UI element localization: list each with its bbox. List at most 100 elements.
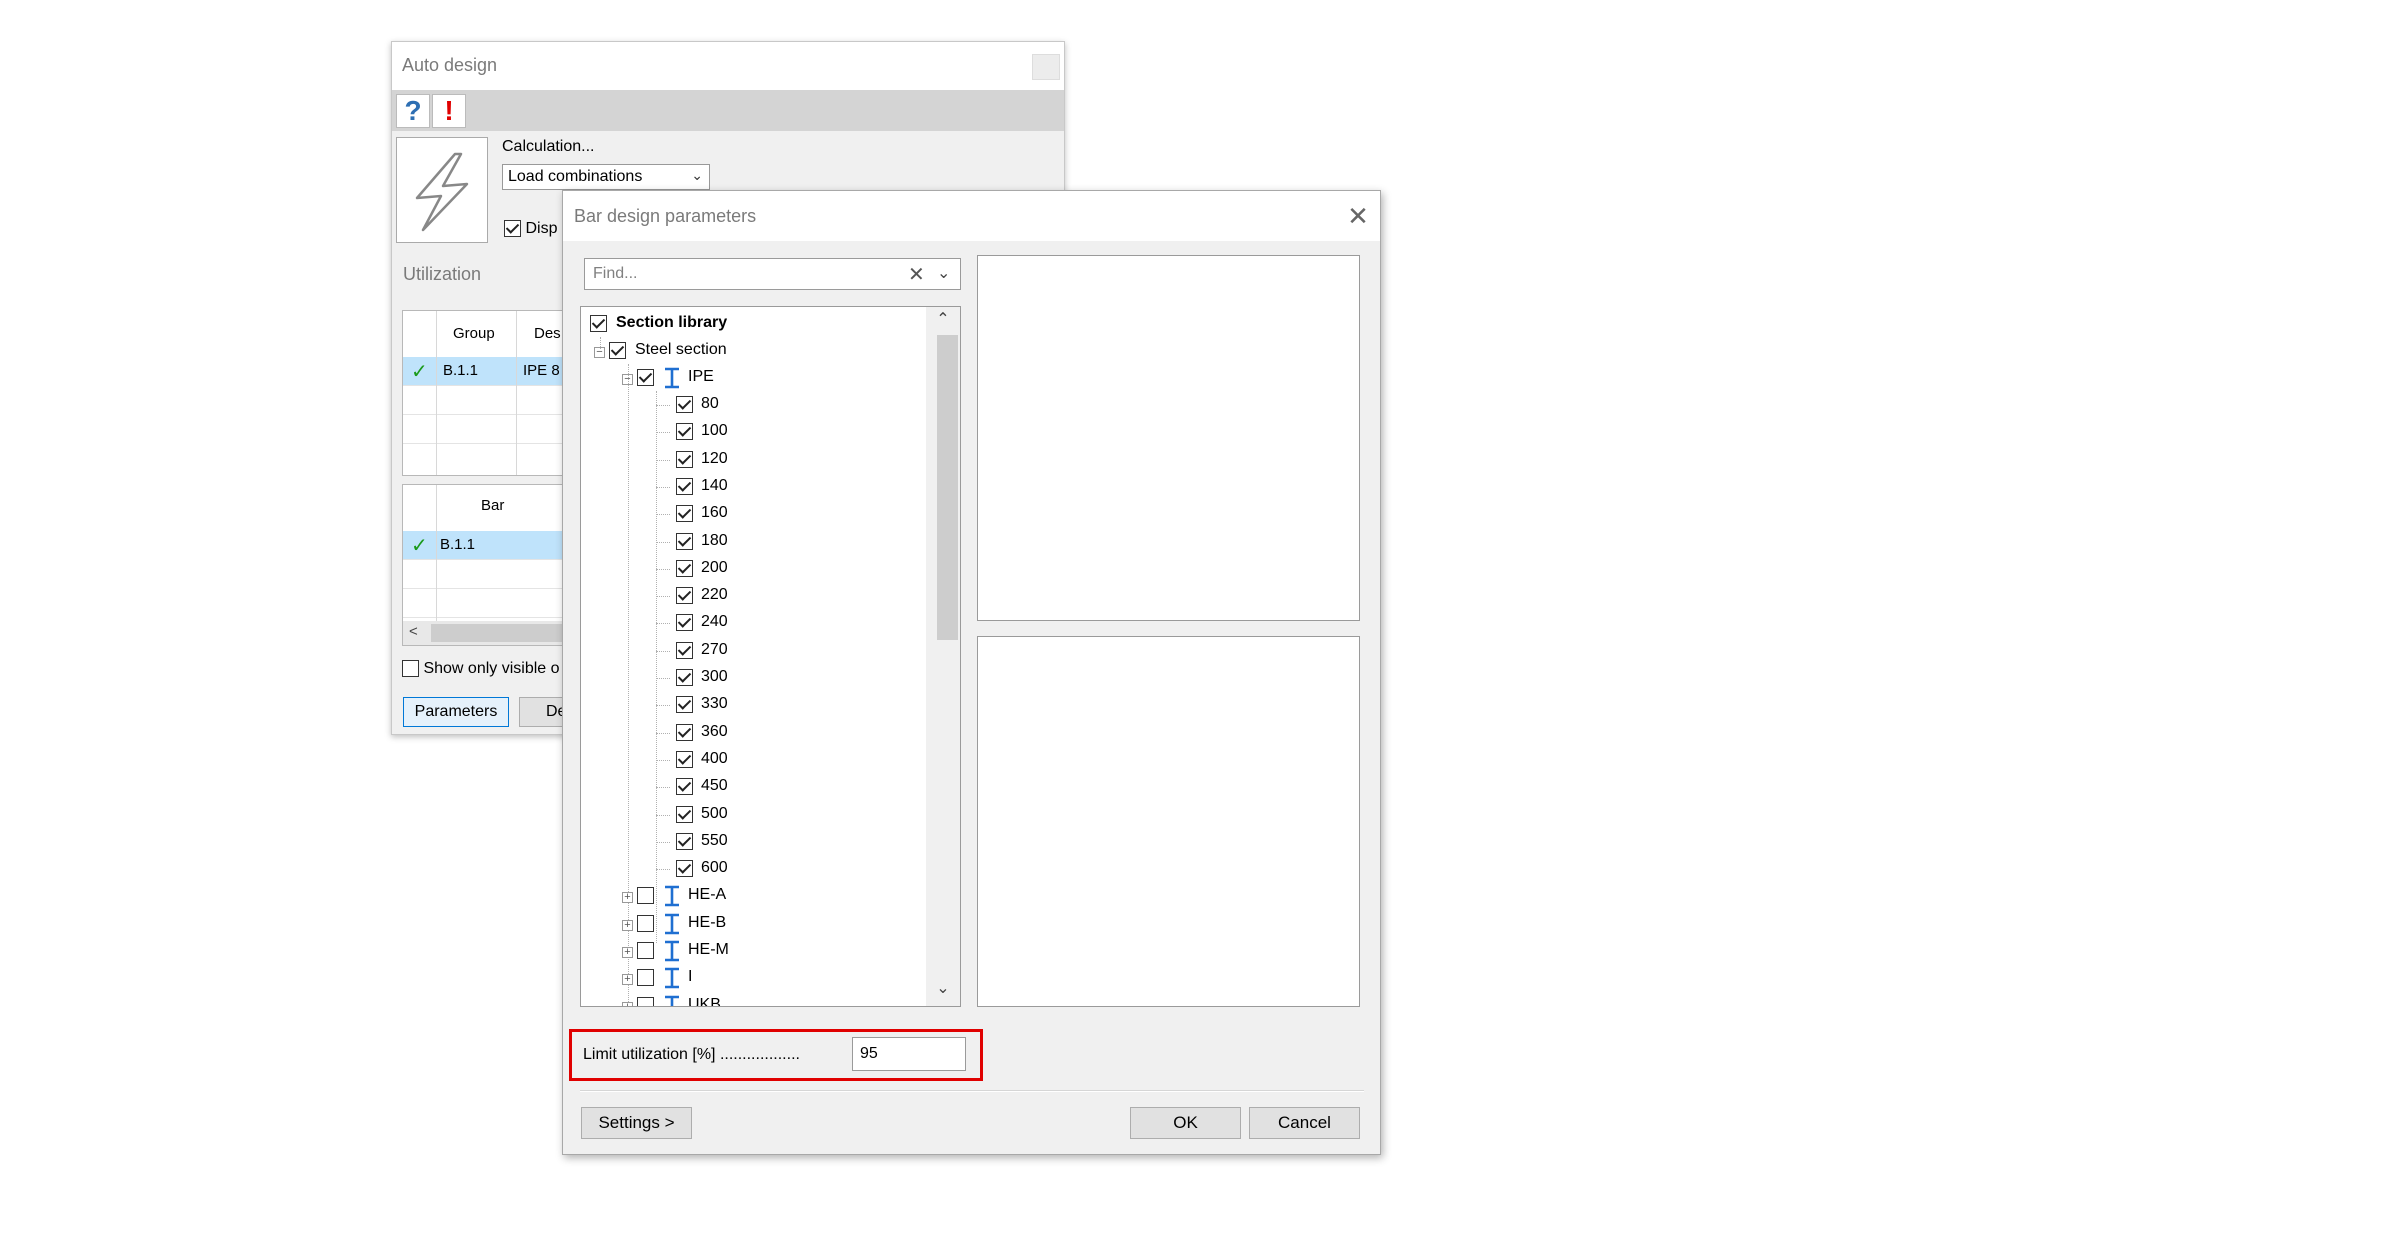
ipe-size-checkbox[interactable] xyxy=(676,669,693,686)
search-input[interactable] xyxy=(585,259,901,289)
tree-connector xyxy=(656,405,670,406)
section-tree: Section library − Steel section − IPE 80… xyxy=(580,306,961,1007)
ipe-size-checkbox[interactable] xyxy=(676,860,693,878)
expand-icon[interactable]: + xyxy=(622,1001,633,1006)
close-icon[interactable]: ✕ xyxy=(1343,201,1373,231)
tree-connector xyxy=(656,391,657,943)
ipe-size-checkbox[interactable] xyxy=(676,805,693,823)
clear-search-icon[interactable]: ✕ xyxy=(908,262,925,287)
chevron-up-icon[interactable]: ⌃ xyxy=(926,309,960,335)
ipe-checkbox[interactable] xyxy=(637,369,654,386)
tree-connector xyxy=(656,869,670,871)
ipe-size-checkbox[interactable] xyxy=(676,723,693,741)
auto-design-close-button[interactable] xyxy=(1032,54,1060,80)
tree-node-label: 400 xyxy=(701,749,728,767)
tree-node-label: 100 xyxy=(701,422,728,440)
tree-node-label: 550 xyxy=(701,831,728,849)
warning-icon[interactable]: ! xyxy=(432,94,466,128)
steel-section-checkbox[interactable] xyxy=(609,342,626,359)
tree-connector xyxy=(656,459,670,461)
group-cell: B.1.1 xyxy=(443,362,479,379)
help-icon[interactable]: ? xyxy=(396,94,430,128)
bar-design-parameters-dialog: Bar design parameters ✕ ✕ ⌄ Section libr… xyxy=(562,190,1381,1155)
settings-button[interactable]: Settings > xyxy=(581,1107,692,1139)
show-only-visible-row[interactable]: Show only visible o xyxy=(402,660,560,678)
section-library-checkbox[interactable] xyxy=(590,315,607,332)
column-header-des[interactable]: Des xyxy=(534,325,561,342)
calculation-select-value: Load combinations xyxy=(508,168,643,185)
section-family-checkbox[interactable] xyxy=(637,887,654,905)
calculation-select[interactable]: Load combinations ⌄ xyxy=(502,164,710,190)
dialog-title: Bar design parameters xyxy=(563,191,1380,241)
tree-node-label: 120 xyxy=(701,449,728,467)
tree-connector xyxy=(656,705,670,707)
tree-node-label: 220 xyxy=(701,586,728,604)
ipe-size-checkbox[interactable] xyxy=(676,587,693,605)
ipe-size-checkbox[interactable] xyxy=(676,832,693,850)
tree-node-label: I xyxy=(688,968,693,986)
tree-node-label: HE-M xyxy=(688,941,729,958)
cancel-button[interactable]: Cancel xyxy=(1249,1107,1360,1139)
ok-button[interactable]: OK xyxy=(1130,1107,1241,1139)
chevron-left-icon[interactable]: < xyxy=(409,623,418,640)
column-divider xyxy=(436,311,437,475)
ipe-size-checkbox[interactable] xyxy=(676,396,693,413)
ipe-size-checkbox[interactable] xyxy=(676,505,693,523)
display-label: Disp xyxy=(525,220,558,237)
display-checkbox-row[interactable]: Disp xyxy=(504,220,557,238)
section-tree-content: Section library − Steel section − IPE 80… xyxy=(581,307,926,1006)
ipe-size-checkbox[interactable] xyxy=(676,477,693,495)
scrollbar-thumb[interactable] xyxy=(431,624,581,642)
tree-node-label: 200 xyxy=(701,558,728,576)
tree-node-label: 500 xyxy=(701,804,728,822)
chevron-down-icon[interactable]: ⌄ xyxy=(926,978,960,1004)
display-checkbox[interactable] xyxy=(504,220,521,238)
auto-design-title: Auto design xyxy=(392,42,1064,90)
ipe-size-checkbox[interactable] xyxy=(676,450,693,468)
ipe-size-checkbox[interactable] xyxy=(676,532,693,550)
auto-design-toolbar: ? ! xyxy=(392,90,1064,131)
ipe-size-checkbox[interactable] xyxy=(676,778,693,796)
section-family-checkbox[interactable] xyxy=(637,914,654,932)
tree-scrollbar[interactable]: ⌃ ⌄ xyxy=(926,307,960,1006)
section-properties-panel xyxy=(977,636,1360,1007)
expand-icon[interactable]: + xyxy=(622,974,633,986)
expand-icon[interactable]: + xyxy=(622,947,633,958)
scrollbar-thumb[interactable] xyxy=(937,335,958,640)
chevron-down-icon[interactable]: ⌄ xyxy=(937,263,950,283)
limit-utilization-input[interactable] xyxy=(852,1037,966,1071)
ipe-size-checkbox[interactable] xyxy=(676,614,693,632)
tree-node-label: 80 xyxy=(701,395,719,412)
tree-connector xyxy=(656,623,670,625)
expand-icon[interactable]: + xyxy=(622,892,633,904)
ipe-size-checkbox[interactable] xyxy=(676,423,693,441)
run-design-button[interactable] xyxy=(396,137,488,243)
show-only-visible-checkbox[interactable] xyxy=(402,660,419,678)
section-family-checkbox[interactable] xyxy=(637,969,654,987)
ipe-size-checkbox[interactable] xyxy=(676,750,693,768)
column-divider xyxy=(516,311,517,475)
tree-node-label: 450 xyxy=(701,777,728,795)
bar-cell: B.1.1 xyxy=(440,536,476,553)
ipe-size-checkbox[interactable] xyxy=(676,559,693,577)
column-header-group[interactable]: Group xyxy=(453,325,495,342)
section-preview-panel xyxy=(977,255,1360,621)
parameters-button[interactable]: Parameters xyxy=(403,697,509,727)
section-family-checkbox[interactable] xyxy=(637,942,654,959)
show-only-visible-label: Show only visible o xyxy=(423,660,560,677)
tree-connector xyxy=(656,759,670,761)
limit-utilization-highlight: Limit utilization [%] .................. xyxy=(569,1029,983,1081)
find-box[interactable]: ✕ ⌄ xyxy=(584,258,961,290)
chevron-down-icon: ⌄ xyxy=(691,167,703,183)
tree-node-label: Steel section xyxy=(635,341,727,358)
expand-icon[interactable]: + xyxy=(622,919,633,931)
column-header-bar[interactable]: Bar xyxy=(481,497,504,514)
i-beam-icon xyxy=(665,913,679,934)
ipe-size-checkbox[interactable] xyxy=(676,696,693,714)
i-beam-icon xyxy=(665,995,679,1006)
section-family-checkbox[interactable] xyxy=(637,996,654,1006)
tree-connector xyxy=(656,514,670,516)
tree-connector xyxy=(656,732,670,734)
tree-connector xyxy=(628,364,629,1004)
ipe-size-checkbox[interactable] xyxy=(676,641,693,659)
